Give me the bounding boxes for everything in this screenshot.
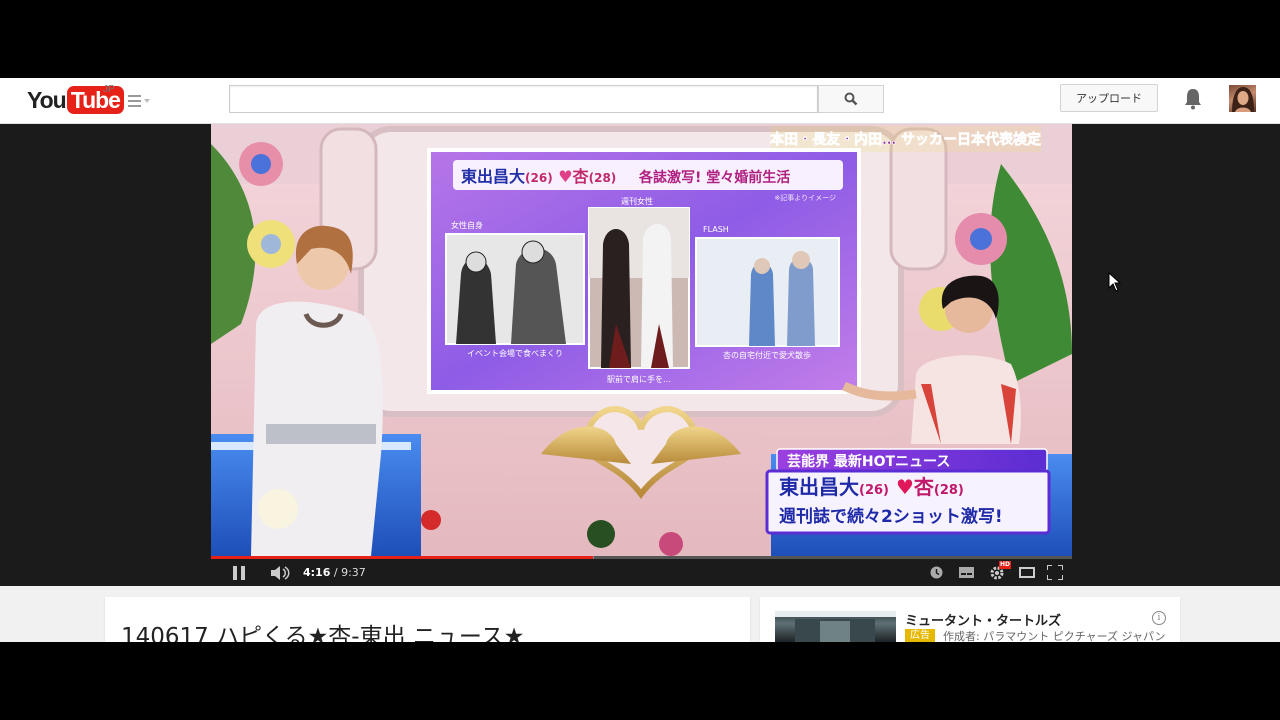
svg-text:週刊女性: 週刊女性 [621,196,653,206]
watch-later-icon[interactable] [930,566,943,579]
svg-text:各誌激写! 堂々婚前生活: 各誌激写! 堂々婚前生活 [638,169,790,186]
time-separator: / [330,566,342,579]
letterbox-bottom [0,642,1280,720]
theater-mode-icon[interactable] [1019,567,1035,578]
subtitles-icon[interactable] [959,567,974,578]
letterbox-top [0,0,1280,78]
video-frame[interactable]: 本田・長友・内田… サッカー日本代表検定 東出昌大(26) ♥杏(28) 各誌激… [211,124,1072,556]
svg-text:芸能界 最新HOTニュース: 芸能界 最新HOTニュース [787,453,950,470]
hd-badge: HD [999,561,1012,569]
top-ticker-text: 本田・長友・内田… サッカー日本代表検定 [770,131,1041,148]
svg-text:杏の自宅付近で愛犬散歩: 杏の自宅付近で愛犬散歩 [723,350,811,360]
player-controls: 4:16 / 9:37 HD [211,556,1072,586]
time-display: 4:16 / 9:37 [303,566,366,579]
svg-text:女性自身: 女性自身 [451,220,483,230]
sidebar-ad-card[interactable]: ミュータント・タートルズ 広告 作成者: パラマウント ピクチャーズ ジャパン … [760,597,1180,643]
svg-text:週刊誌で続々2ショット激写!: 週刊誌で続々2ショット激写! [779,506,1003,527]
avatar[interactable] [1229,85,1256,112]
upload-button[interactable]: アップロード [1060,84,1158,112]
search-icon [844,92,858,106]
progress-played [211,556,594,559]
logo-region-label: JP [103,84,115,95]
current-time: 4:16 [303,566,331,579]
video-still: 本田・長友・内田… サッカー日本代表検定 東出昌大(26) ♥杏(28) 各誌激… [211,124,1072,556]
progress-bar[interactable] [211,556,1072,559]
mouse-cursor-icon [1108,272,1122,292]
ad-badge: 広告 [905,629,935,642]
chevron-down-icon [144,99,150,103]
svg-text:イベント会場で食べまくり: イベント会場で食べまくり [467,348,563,358]
svg-text:駅前で肩に手を…: 駅前で肩に手を… [607,374,671,384]
fullscreen-icon[interactable] [1047,565,1063,580]
svg-text:※記事よりイメージ: ※記事よりイメージ [774,193,836,202]
search-input[interactable] [229,85,818,113]
ad-title[interactable]: ミュータント・タートルズ [905,610,1061,629]
ad-thumbnail[interactable] [775,611,896,642]
logo-text-you: You [27,86,67,113]
duration: 9:37 [341,566,366,579]
logo-text-tube: Tube [66,86,124,114]
lower-third-graphic: 芸能界 最新HOTニュース 東出昌大(26) ♥杏(28) 週刊誌で続々2ショッ… [765,448,1051,535]
volume-icon[interactable] [271,566,291,580]
notification-bell-icon[interactable] [1182,87,1204,111]
masthead: You Tube JP アップロード [0,78,1280,124]
video-info-card: 140617 ハピくる★杏-東出 ニュース★ [105,597,750,650]
svg-text:FLASH: FLASH [703,225,729,234]
search-button[interactable] [818,85,884,113]
guide-menu-button[interactable] [128,92,154,110]
pause-icon[interactable] [233,566,245,580]
info-icon[interactable]: i [1152,611,1166,625]
